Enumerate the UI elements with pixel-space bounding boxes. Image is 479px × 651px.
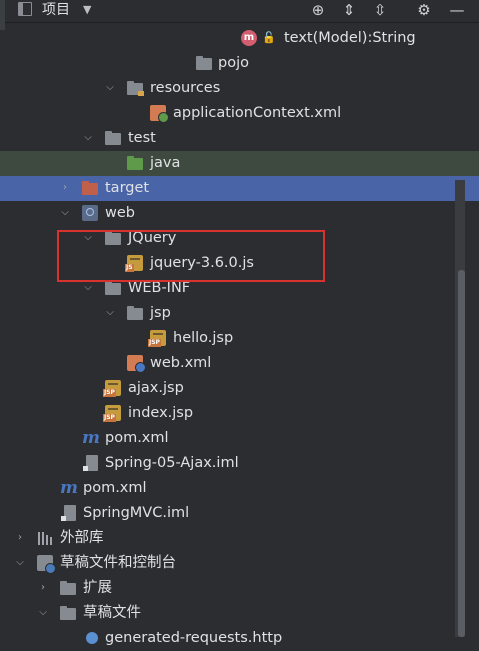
folder-icon	[196, 56, 212, 70]
chevron-right-icon[interactable]: ›	[37, 582, 49, 594]
tree-row-root-iml[interactable]: SpringMVC.iml	[0, 501, 479, 526]
iml-file-icon	[83, 455, 98, 471]
jsp-file-icon: JSP	[148, 330, 166, 347]
tree-row-applicationcontext[interactable]: applicationContext.xml	[0, 101, 479, 126]
tree-label: index.jsp	[128, 405, 194, 421]
tree-label: hello.jsp	[173, 330, 234, 346]
tree-label: web	[105, 205, 135, 221]
tree-label: test	[128, 130, 156, 146]
tree-row-scratch-files[interactable]: ⌵ 草稿文件	[0, 601, 479, 626]
test-source-folder-icon	[127, 156, 143, 170]
tree-row-method[interactable]: m 🔓 text(Model):String	[0, 26, 479, 51]
tree-row-http-request[interactable]: generated-requests.http	[0, 626, 479, 651]
tree-label: ajax.jsp	[128, 380, 184, 396]
chevron-down-icon[interactable]: ⌵	[37, 607, 49, 619]
tree-label: resources	[150, 80, 221, 96]
tree-row-jsp-folder[interactable]: ⌵ jsp	[0, 301, 479, 326]
tree-row-pojo[interactable]: pojo	[0, 51, 479, 76]
tree-label: 扩展	[83, 580, 112, 596]
tree-label: generated-requests.http	[105, 630, 283, 646]
tree-label: SpringMVC.iml	[83, 505, 190, 521]
chevron-right-icon[interactable]: ›	[59, 182, 71, 194]
tree-label: Spring-05-Ajax.iml	[105, 455, 239, 471]
project-view-icon	[18, 2, 32, 16]
tree-row-java[interactable]: java	[0, 151, 479, 176]
scratches-icon	[37, 555, 56, 574]
settings-gear-icon[interactable]: ⚙	[413, 0, 435, 20]
iml-file-icon	[61, 505, 76, 521]
tree-row-target[interactable]: › target	[0, 176, 479, 201]
library-icon	[37, 530, 53, 546]
chevron-down-icon[interactable]: ⌵	[82, 132, 94, 144]
tree-label: web.xml	[150, 355, 212, 371]
tree-row-hello-jsp[interactable]: JSP hello.jsp	[0, 326, 479, 351]
chevron-down-icon[interactable]: ⌵	[59, 207, 71, 219]
tree-row-module-pom[interactable]: m pom.xml	[0, 426, 479, 451]
folder-icon	[60, 581, 76, 595]
lock-open-icon: 🔓	[262, 31, 276, 44]
tree-row-resources[interactable]: ⌵ resources	[0, 76, 479, 101]
tree-label: 外部库	[60, 530, 104, 546]
method-icon: m	[241, 30, 257, 46]
tree-label: java	[150, 155, 181, 171]
tree-row-web-xml[interactable]: web.xml	[0, 351, 479, 376]
xml-file-icon	[150, 105, 169, 123]
tree-row-module-iml[interactable]: Spring-05-Ajax.iml	[0, 451, 479, 476]
tree-label: 草稿文件和控制台	[60, 555, 176, 571]
tree-label: applicationContext.xml	[173, 105, 342, 121]
expand-all-icon[interactable]: ⇕	[338, 0, 360, 20]
chevron-right-icon[interactable]: ›	[14, 532, 26, 544]
locate-file-icon[interactable]: ⊕	[307, 0, 329, 20]
hide-panel-icon[interactable]: —	[446, 0, 468, 20]
tree-row-index-jsp[interactable]: JSP index.jsp	[0, 401, 479, 426]
tree-row-test[interactable]: ⌵ test	[0, 126, 479, 151]
chevron-down-icon[interactable]: ⌵	[82, 282, 94, 294]
jsp-file-icon: JSP	[103, 380, 121, 397]
chevron-down-icon[interactable]: ⌵	[104, 82, 116, 94]
tree-row-extensions[interactable]: › 扩展	[0, 576, 479, 601]
tree-label: pom.xml	[83, 480, 147, 496]
web-folder-icon	[82, 205, 98, 221]
tree-label: jsp	[150, 305, 171, 321]
maven-icon: m	[82, 428, 100, 448]
excluded-folder-icon	[82, 181, 98, 195]
scrollbar-thumb[interactable]	[458, 270, 465, 637]
folder-icon	[105, 281, 121, 295]
folder-icon	[60, 606, 76, 620]
folder-icon	[105, 131, 121, 145]
tree-label: pom.xml	[105, 430, 169, 446]
jsp-file-icon: JSP	[103, 405, 121, 422]
web-xml-file-icon	[127, 355, 146, 373]
project-tree: m 🔓 text(Model):String pojo ⌵ resources …	[0, 25, 479, 646]
view-dropdown-chevron-icon[interactable]: ▼	[83, 1, 91, 19]
http-request-icon	[86, 632, 98, 644]
tree-row-external-libraries[interactable]: › 外部库	[0, 526, 479, 551]
tree-label: text(Model):String	[284, 30, 416, 46]
collapse-all-icon[interactable]: ⇳	[369, 0, 391, 20]
tree-label: 草稿文件	[83, 605, 141, 621]
tree-row-scratches[interactable]: ⌵ 草稿文件和控制台	[0, 551, 479, 576]
tree-label: pojo	[218, 55, 249, 71]
tree-row-root-pom[interactable]: m pom.xml	[0, 476, 479, 501]
tree-row-ajax-jsp[interactable]: JSP ajax.jsp	[0, 376, 479, 401]
project-view-title[interactable]: 项目	[42, 0, 70, 20]
tree-row-web[interactable]: ⌵ web	[0, 201, 479, 226]
tree-label: target	[105, 180, 150, 196]
annotation-highlight-box	[57, 230, 325, 282]
folder-icon	[127, 306, 143, 320]
maven-icon: m	[60, 478, 78, 498]
chevron-down-icon[interactable]: ⌵	[104, 307, 116, 319]
resources-folder-icon	[127, 81, 144, 96]
chevron-down-icon[interactable]: ⌵	[14, 557, 26, 569]
project-toolbar: 项目 ▼ ⊕ ⇕ ⇳ ⚙ —	[0, 0, 479, 30]
